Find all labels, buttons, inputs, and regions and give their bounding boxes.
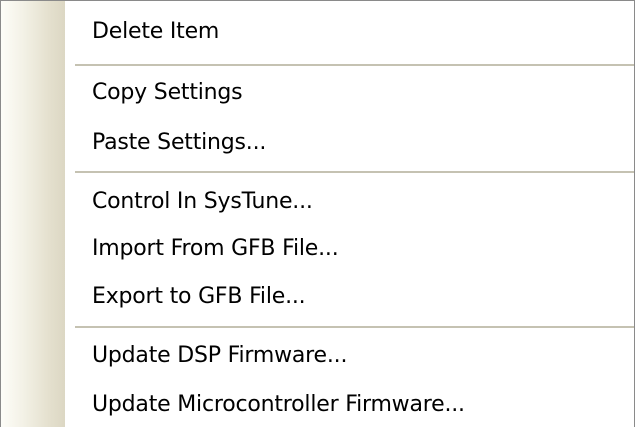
menu-item-delete-item[interactable]: Delete Item xyxy=(92,15,624,49)
menu-item-control-in-systune[interactable]: Control In SysTune... xyxy=(92,185,624,219)
menu-separator xyxy=(75,64,634,66)
menu-item-copy-settings[interactable]: Copy Settings xyxy=(92,76,624,110)
context-menu: Delete Item Copy Settings Paste Settings… xyxy=(0,0,635,427)
menu-item-update-dsp-firmware[interactable]: Update DSP Firmware... xyxy=(92,339,624,373)
menu-item-export-to-gfb-file[interactable]: Export to GFB File... xyxy=(92,280,624,314)
menu-item-import-from-gfb-file[interactable]: Import From GFB File... xyxy=(92,232,624,266)
menu-item-paste-settings[interactable]: Paste Settings... xyxy=(92,126,624,160)
menu-separator xyxy=(75,171,634,173)
menu-icon-gutter xyxy=(1,1,65,427)
menu-separator xyxy=(75,326,634,328)
menu-item-update-microcontroller-firmware[interactable]: Update Microcontroller Firmware... xyxy=(92,388,624,422)
